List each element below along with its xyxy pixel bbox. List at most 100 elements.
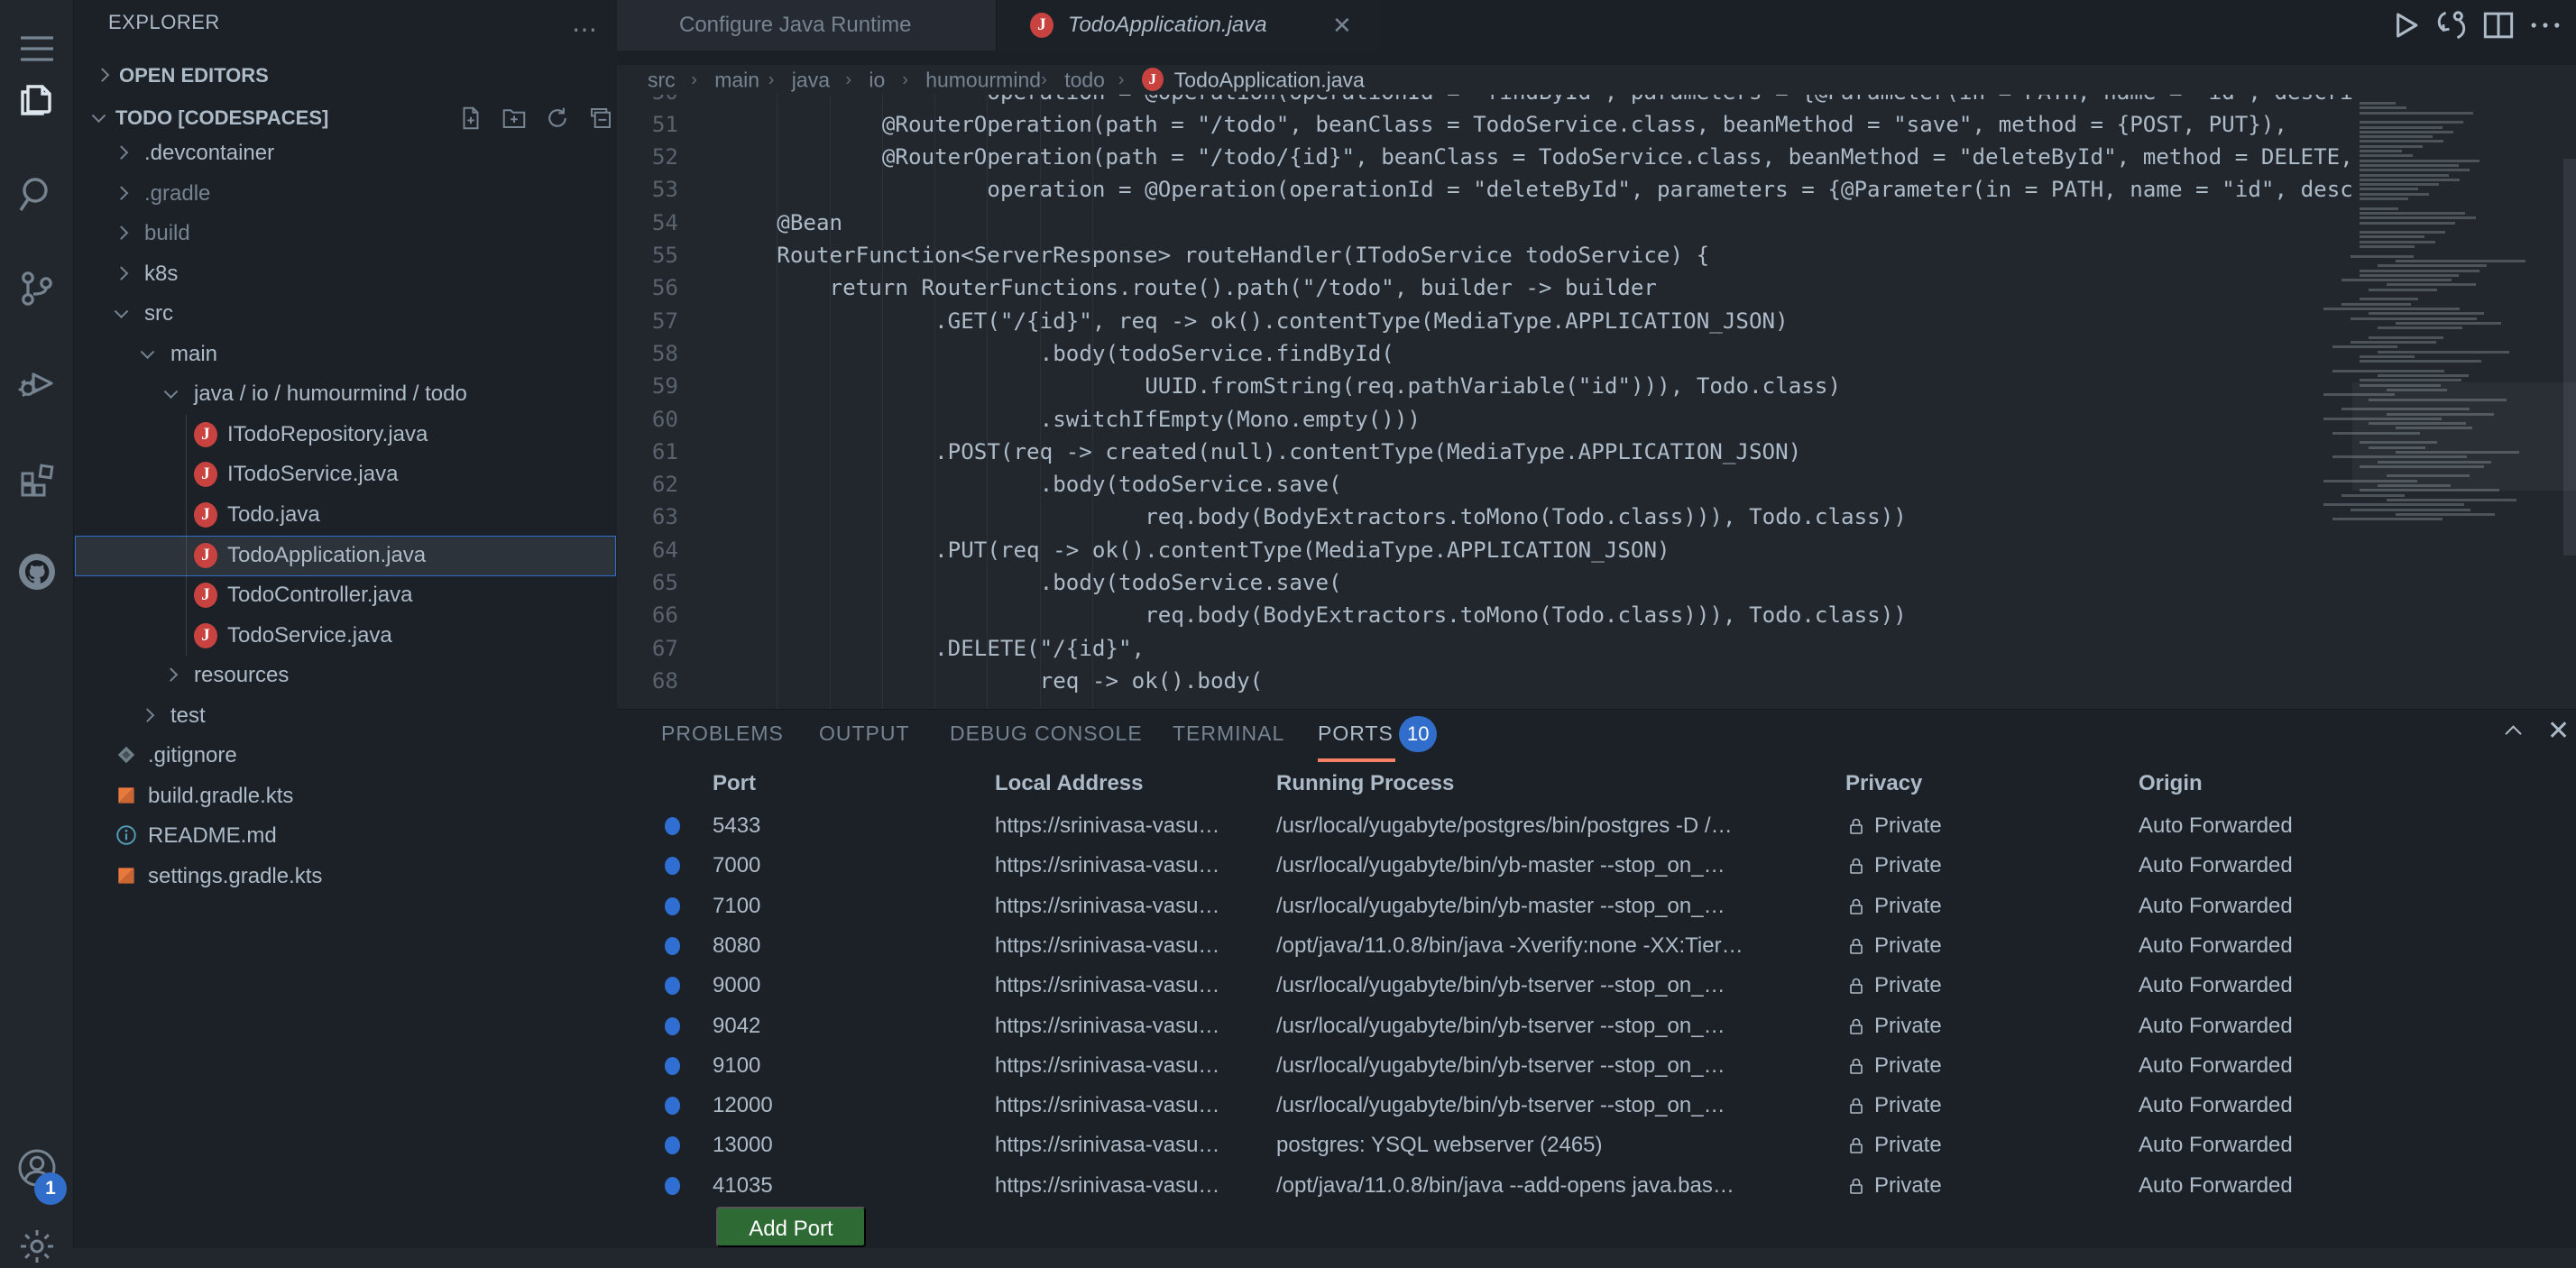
breadcrumb-item[interactable]: TodoApplication.java — [1174, 68, 1365, 92]
tree-item-itodorepository-java[interactable]: J ITodoRepository.java — [74, 415, 617, 455]
new-folder-icon[interactable] — [501, 105, 528, 132]
panel-tab-ports[interactable]: PORTS — [1318, 721, 1394, 746]
sync-run-icon[interactable] — [2432, 5, 2471, 45]
table-row[interactable]: 13000 https://srinivasa-vasu… postgres: YS… — [617, 1126, 2576, 1165]
tree-item-k8s[interactable]: k8s — [74, 254, 617, 294]
code-line: .DELETE("/{id}", — [934, 635, 1145, 661]
cell-privacy: Private — [1874, 1052, 1942, 1078]
cell-local-address[interactable]: https://srinivasa-vasu… — [995, 1093, 1219, 1118]
cell-local-address[interactable]: https://srinivasa-vasu… — [995, 933, 1219, 959]
cell-local-address[interactable]: https://srinivasa-vasu… — [995, 853, 1219, 878]
source-control-icon[interactable] — [15, 267, 59, 310]
tree-item-label: main — [170, 341, 218, 366]
tree-item-build-gradle-kts[interactable]: build.gradle.kts — [74, 776, 617, 816]
table-row[interactable]: 9100 https://srinivasa-vasu… /usr/local/yu… — [617, 1046, 2576, 1086]
breadcrumb-item[interactable]: humourmind — [925, 68, 1041, 92]
github-icon[interactable] — [15, 550, 59, 593]
code-line: @RouterOperation(path = "/todo", beanCla… — [881, 111, 2287, 137]
tab-configure-java-runtime[interactable]: Configure Java Runtime — [617, 0, 997, 51]
panel-collapse-icon[interactable] — [2505, 725, 2522, 742]
line-number: 55 — [651, 243, 678, 268]
breadcrumb-separator: › — [902, 69, 908, 89]
editor-area: Configure Java Runtime J TodoApplication.j… — [617, 0, 2576, 1248]
sidebar-more-icon[interactable]: ⋯ — [572, 14, 599, 44]
new-file-icon[interactable] — [457, 105, 484, 132]
tree-item--devcontainer[interactable]: .devcontainer — [74, 133, 617, 173]
panel-close-icon[interactable]: ✕ — [2547, 715, 2570, 747]
tree-item-todo-java[interactable]: J Todo.java — [74, 495, 617, 535]
tree-item--gitignore[interactable]: .gitignore — [74, 736, 617, 776]
editor-scrollbar[interactable] — [2563, 159, 2576, 556]
more-actions-icon[interactable] — [2525, 5, 2565, 45]
table-row[interactable]: 9042 https://srinivasa-vasu… /usr/local/yu… — [617, 1006, 2576, 1046]
tree-item-test[interactable]: test — [74, 696, 617, 736]
cell-local-address[interactable]: https://srinivasa-vasu… — [995, 1133, 1219, 1158]
breadcrumb-item[interactable]: main — [714, 68, 759, 92]
breadcrumb-item[interactable]: java — [792, 68, 830, 92]
settings-gear-icon[interactable] — [15, 1225, 59, 1268]
refresh-icon[interactable] — [544, 105, 571, 132]
breadcrumb-item[interactable]: src — [648, 68, 676, 92]
cell-local-address[interactable]: https://srinivasa-vasu… — [995, 813, 1219, 839]
minimap-slider[interactable] — [2352, 382, 2576, 491]
breadcrumb-item[interactable]: todo — [1064, 68, 1105, 92]
section-project[interactable]: TODO [CODESPACES] — [74, 98, 617, 138]
cell-local-address[interactable]: https://srinivasa-vasu… — [995, 1014, 1219, 1039]
cell-local-address[interactable]: https://srinivasa-vasu… — [995, 1173, 1219, 1199]
cell-local-address[interactable]: https://srinivasa-vasu… — [995, 973, 1219, 998]
panel-tab-terminal[interactable]: TERMINAL — [1173, 721, 1284, 746]
explorer-icon[interactable] — [15, 78, 59, 121]
tree-item-src[interactable]: src — [74, 294, 617, 334]
code-editor[interactable]: 50operation = @Operation(operationId = "… — [617, 65, 2576, 709]
run-debug-icon[interactable] — [15, 362, 59, 405]
tree-item-label: .gradle — [144, 180, 211, 206]
tree-item-readme-md[interactable]: README.md — [74, 816, 617, 856]
cell-port: 13000 — [713, 1133, 773, 1158]
breadcrumb-item[interactable]: io — [869, 68, 885, 92]
panel-tab-problems[interactable]: PROBLEMS — [661, 721, 784, 746]
cell-origin: Auto Forwarded — [2139, 853, 2293, 878]
line-number: 56 — [651, 275, 678, 301]
lock-icon — [1845, 1175, 1867, 1197]
run-icon[interactable] — [2385, 5, 2424, 45]
tree-item-settings-gradle-kts[interactable]: settings.gradle.kts — [74, 857, 617, 896]
cell-running-process: /opt/java/11.0.8/bin/java -Xverify:none … — [1276, 933, 1743, 958]
section-open-editors[interactable]: OPEN EDITORS — [74, 56, 617, 96]
table-row[interactable]: 12000 https://srinivasa-vasu… /usr/local/y… — [617, 1086, 2576, 1126]
tree-item-itodoservice-java[interactable]: J ITodoService.java — [74, 455, 617, 494]
tree-item-main[interactable]: main — [74, 335, 617, 374]
tree-item--gradle[interactable]: .gradle — [74, 174, 617, 214]
tree-item-todoapplication-java[interactable]: J TodoApplication.java — [74, 535, 617, 576]
tree-item-todoservice-java[interactable]: J TodoService.java — [74, 616, 617, 656]
split-editor-icon[interactable] — [2479, 5, 2518, 45]
table-row[interactable]: 7000 https://srinivasa-vasu… /usr/local/yu… — [617, 846, 2576, 886]
table-row[interactable]: 8080 https://srinivasa-vasu… /opt/java/11.… — [617, 926, 2576, 966]
tree-item-label: TodoService.java — [227, 622, 392, 648]
cell-local-address[interactable]: https://srinivasa-vasu… — [995, 894, 1219, 919]
add-port-button[interactable]: Add Port — [716, 1207, 866, 1247]
extensions-icon[interactable] — [15, 455, 59, 499]
panel-tab-debug-console[interactable]: DEBUG CONSOLE — [950, 721, 1143, 746]
panel-tab-output[interactable]: OUTPUT — [819, 721, 910, 746]
chevron-right-icon — [140, 708, 155, 722]
tab-todoapplication-java[interactable]: J TodoApplication.java ✕ — [997, 0, 1380, 51]
tree-item-label: src — [144, 301, 173, 326]
line-number: 66 — [651, 602, 678, 629]
port-dot-icon — [665, 977, 680, 996]
tree-item-java-io-humourmind-todo[interactable]: java / io / humourmind / todo — [74, 374, 617, 414]
table-row[interactable]: 5433 https://srinivasa-vasu… /usr/local/yu… — [617, 806, 2576, 846]
table-row[interactable]: 7100 https://srinivasa-vasu… /usr/local/yu… — [617, 887, 2576, 926]
tree-item-resources[interactable]: resources — [74, 656, 617, 695]
menu-icon[interactable] — [15, 27, 59, 70]
table-row[interactable]: 41035 https://srinivasa-vasu… /opt/java/11… — [617, 1166, 2576, 1206]
tab-close-icon[interactable]: ✕ — [1332, 12, 1352, 40]
code-line: .POST(req -> created(null).contentType(M… — [934, 438, 1802, 464]
search-icon[interactable] — [15, 172, 59, 216]
tree-item-build[interactable]: build — [74, 214, 617, 253]
table-row[interactable]: 9000 https://srinivasa-vasu… /usr/local/yu… — [617, 966, 2576, 1006]
port-dot-icon — [665, 1136, 680, 1155]
tree-item-todocontroller-java[interactable]: J TodoController.java — [74, 575, 617, 615]
collapse-all-icon[interactable] — [587, 105, 614, 132]
tree-item-label: Todo.java — [227, 501, 320, 527]
cell-local-address[interactable]: https://srinivasa-vasu… — [995, 1053, 1219, 1079]
